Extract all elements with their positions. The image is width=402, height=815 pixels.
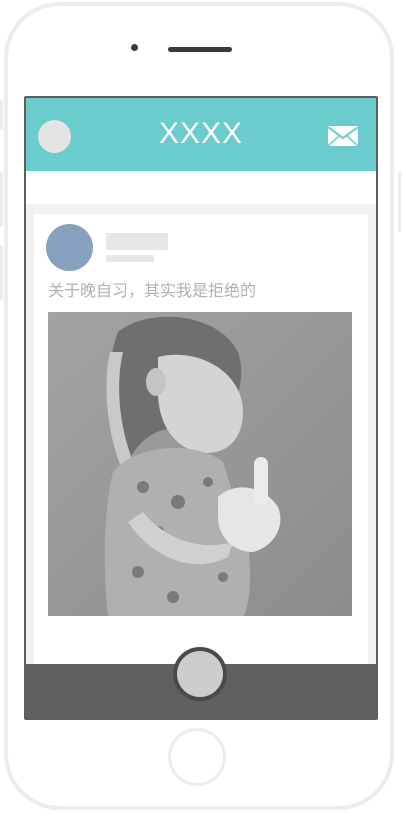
mail-icon[interactable] <box>327 126 359 147</box>
sub-bar <box>26 171 376 204</box>
app-header: XXXX <box>26 98 376 171</box>
post-text: 关于晚自习，其实我是拒绝的 <box>48 283 257 300</box>
author-name-placeholder <box>106 233 168 250</box>
center-action-button[interactable] <box>177 651 223 697</box>
app-screen: XXXX 关于晚自习，其实我是拒绝的 <box>24 96 378 720</box>
phone-side-button <box>398 172 401 232</box>
page-title: XXXX <box>158 117 244 150</box>
post-author-avatar[interactable] <box>46 224 93 271</box>
home-button[interactable] <box>168 728 226 786</box>
phone-side-button <box>0 245 3 300</box>
speaker-slot <box>168 47 232 52</box>
camera-icon <box>131 44 138 51</box>
post-meta-placeholder <box>106 255 154 262</box>
post-card[interactable]: 关于晚自习，其实我是拒绝的 <box>34 214 368 674</box>
phone-side-button <box>0 172 3 227</box>
post-photo[interactable] <box>48 312 352 616</box>
phone-side-button <box>0 100 3 130</box>
